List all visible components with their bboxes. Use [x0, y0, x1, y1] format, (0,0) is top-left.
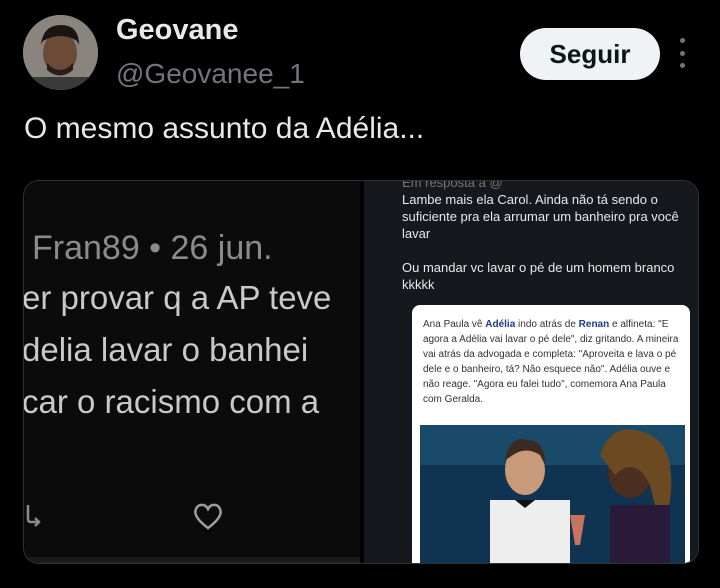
image-bottom-bar	[24, 557, 360, 563]
article-name-highlight: Renan	[578, 319, 610, 330]
reply-header: Em resposta a @	[402, 181, 503, 190]
article-photo-graphic	[420, 425, 685, 563]
reply-text: Lambe mais ela Carol. Ainda não tá sendo…	[402, 191, 692, 310]
article-card: Ana Paula vê Adélia indo atrás de Renan …	[412, 305, 690, 563]
media-grid: Fran89 • 26 jun. er provar q a AP teve d…	[23, 180, 699, 564]
more-options-icon[interactable]	[672, 38, 692, 68]
display-name[interactable]: Geovane	[116, 14, 239, 47]
retweet-icon	[26, 505, 41, 527]
avatar[interactable]	[23, 15, 98, 90]
media-image-left[interactable]: Fran89 • 26 jun. er provar q a AP teve d…	[24, 181, 360, 563]
image-text-line: Fran89 • 26 jun.	[32, 229, 273, 267]
reply-paragraph: Ou mandar vc lavar o pé de um homem bran…	[402, 260, 675, 292]
reply-paragraph: Lambe mais ela Carol. Ainda não tá sendo…	[402, 192, 679, 241]
handle[interactable]: @Geovanee_1	[116, 58, 305, 90]
avatar-photo	[23, 15, 98, 90]
article-name-highlight: Adélia	[485, 319, 516, 330]
image-text-line: delia lavar o banhei	[24, 331, 309, 368]
article-text: Ana Paula vê Adélia indo atrás de Renan …	[423, 319, 679, 405]
image-text-line: er provar q a AP teve	[24, 279, 332, 316]
article-photo	[420, 425, 685, 563]
heart-icon	[194, 503, 222, 530]
media-image-right[interactable]: Em resposta a @ Lambe mais ela Carol. Ai…	[364, 181, 698, 563]
image-text-line: car o racismo com a	[24, 383, 320, 420]
follow-button[interactable]: Seguir	[520, 28, 660, 80]
tweet-text: O mesmo assunto da Adélia...	[24, 112, 425, 145]
